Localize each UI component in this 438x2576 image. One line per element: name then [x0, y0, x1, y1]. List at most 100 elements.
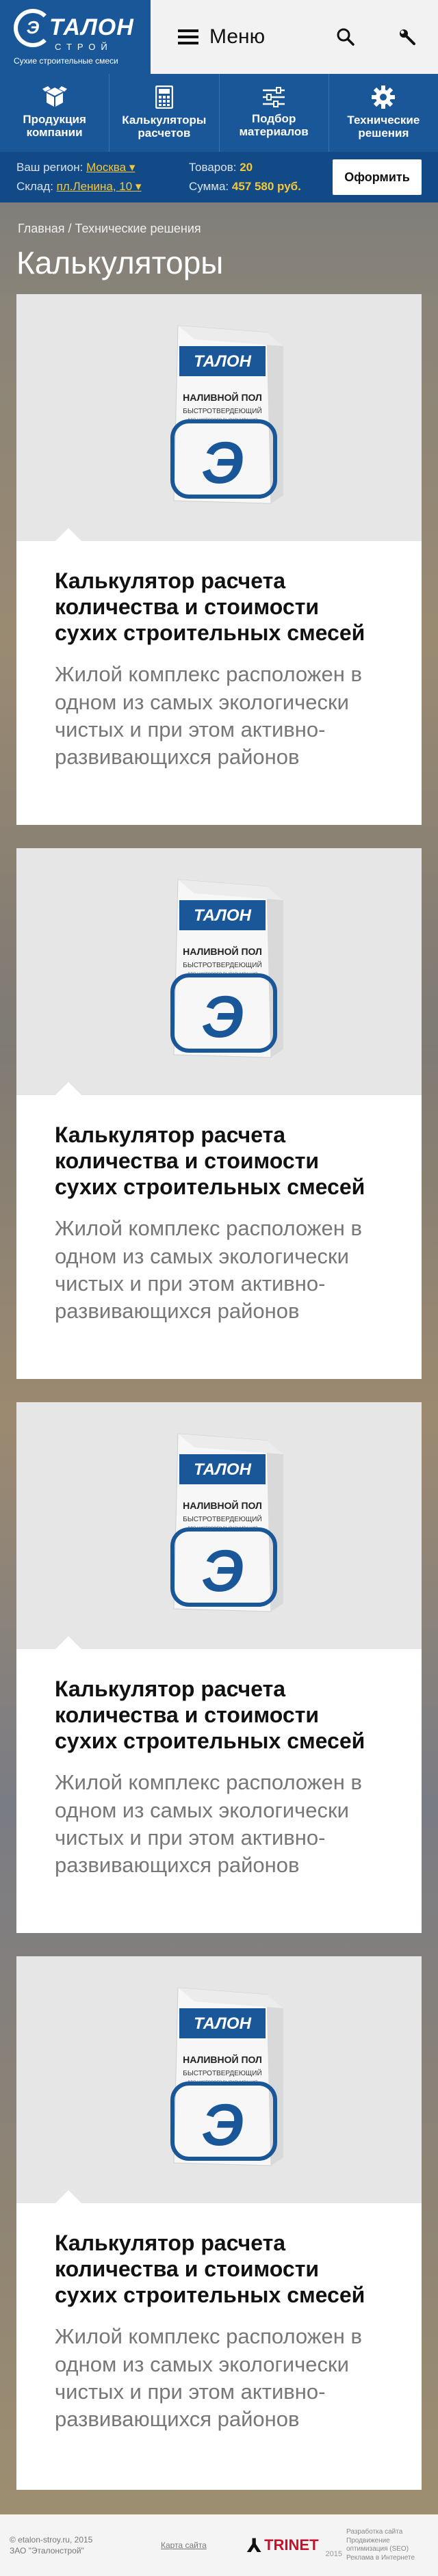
card-notch	[55, 2190, 82, 2204]
card-title[interactable]: Калькулятор расчета количества и стоимос…	[55, 2231, 383, 2308]
sum-value: 457 580 руб.	[231, 180, 301, 193]
region-label: Ваш регион:	[16, 160, 83, 174]
bag-line2: БЫСТРОТВЕРДЕЮЩИЙ	[183, 1514, 261, 1523]
calculator-icon	[155, 86, 173, 109]
card-description: Жилой комплекс расположен в одном из сам…	[55, 1770, 362, 1878]
nav-label-line1: Продукция	[23, 113, 86, 127]
boxes-icon	[42, 86, 67, 107]
menu-label: Меню	[209, 25, 266, 48]
main-nav: Продукция компании Калькуляторы расчетов…	[0, 74, 438, 152]
warehouse-selector[interactable]: пл.Ленина, 10 ▾	[57, 180, 142, 193]
card-notch	[55, 1636, 82, 1650]
gear-icon	[372, 86, 396, 109]
nav-label-line1: Подбор	[251, 112, 296, 126]
region-selector[interactable]: Москва ▾	[86, 161, 135, 174]
trinet-name: TRINET	[264, 2536, 319, 2553]
wrench-icon	[400, 29, 415, 45]
logo-tagline: Сухие строительные смеси	[14, 55, 118, 66]
bag-line1: НАЛИВНОЙ ПОЛ	[183, 1499, 262, 1511]
cart-info: Товаров: 20 Сумма: 457 580 руб.	[189, 158, 333, 196]
breadcrumb[interactable]: Главная / Технические решения	[0, 202, 438, 236]
nav-item-solutions[interactable]: Технические решения	[329, 74, 438, 152]
nav-label-line1: Калькуляторы	[122, 114, 207, 127]
card-description: Жилой комплекс расположен в одном из сам…	[55, 1216, 362, 1324]
bag-brand: ТАЛОН	[194, 906, 252, 925]
warehouse-label: Склад:	[16, 180, 53, 193]
card-notch	[55, 1082, 82, 1096]
trinet-year: 2015	[325, 2550, 342, 2558]
nav-label-line1: Технические	[347, 114, 420, 127]
bag-logo-letter: Э	[201, 430, 244, 496]
product-bag-icon: ТАЛОН НАЛИВНОЙ ПОЛ БЫСТРОТВЕРДЕЮЩИЙ ДЛЯ …	[170, 1432, 283, 1612]
card-body: Калькулятор расчета количества и стоимос…	[16, 1649, 422, 1879]
trinet-desc-line: Разработка сайта	[346, 2528, 403, 2536]
sum-label: Сумма:	[189, 180, 229, 193]
calculator-card[interactable]: ТАЛОН НАЛИВНОЙ ПОЛ БЫСТРОТВЕРДЕЮЩИЙ ДЛЯ …	[16, 294, 422, 825]
location-info: Ваш регион: Москва ▾ Склад: пл.Ленина, 1…	[16, 158, 189, 196]
bag-logo-letter: Э	[201, 984, 244, 1050]
card-notch	[55, 528, 82, 542]
logo-letter: Э	[14, 8, 52, 47]
hamburger-icon	[178, 29, 198, 44]
search-button[interactable]	[315, 0, 376, 74]
calculator-card[interactable]: ТАЛОН НАЛИВНОЙ ПОЛ БЫСТРОТВЕРДЕЮЩИЙ ДЛЯ …	[16, 1402, 422, 1933]
product-bag-icon: ТАЛОН НАЛИВНОЙ ПОЛ БЫСТРОТВЕРДЕЮЩИЙ ДЛЯ …	[170, 1986, 283, 2166]
product-image: ТАЛОН НАЛИВНОЙ ПОЛ БЫСТРОТВЕРДЕЮЩИЙ ДЛЯ …	[16, 1402, 422, 1650]
copyright-line1: © etalon-stroy.ru, 2015	[10, 2534, 93, 2545]
nav-item-calculators[interactable]: Калькуляторы расчетов	[110, 74, 220, 152]
product-image: ТАЛОН НАЛИВНОЙ ПОЛ БЫСТРОТВЕРДЕЮЩИЙ ДЛЯ …	[16, 1956, 422, 2204]
trinet-logo-icon: ⅄	[246, 2534, 262, 2556]
nav-label-line2: компании	[26, 126, 83, 139]
developer-credit[interactable]: ⅄ TRINET 2015 Разработка сайта Продвижен…	[247, 2528, 428, 2562]
card-body: Калькулятор расчета количества и стоимос…	[16, 1095, 422, 1325]
bag-line2: БЫСТРОТВЕРДЕЮЩИЙ	[183, 960, 261, 969]
goods-count: 20	[240, 160, 253, 174]
logo-sub-word: СТРОЙ	[55, 41, 113, 52]
card-title[interactable]: Калькулятор расчета количества и стоимос…	[55, 568, 383, 646]
product-bag-icon: ТАЛОН НАЛИВНОЙ ПОЛ БЫСТРОТВЕРДЕЮЩИЙ ДЛЯ …	[170, 324, 283, 504]
copyright: © etalon-stroy.ru, 2015 ЗАО "Эталонстрой…	[10, 2534, 161, 2556]
menu-button[interactable]: Меню	[151, 0, 315, 74]
bag-logo-letter: Э	[201, 1538, 244, 1604]
trinet-desc-line: Реклама в Интернете	[346, 2553, 415, 2562]
sitemap-link[interactable]: Карта сайта	[161, 2540, 247, 2550]
bag-line2: БЫСТРОТВЕРДЕЮЩИЙ	[183, 2068, 261, 2077]
nav-item-materials[interactable]: Подбор материалов	[220, 74, 329, 152]
goods-label: Товаров:	[189, 160, 237, 174]
card-title[interactable]: Калькулятор расчета количества и стоимос…	[55, 1122, 383, 1200]
nav-label-line2: решения	[358, 127, 409, 140]
card-body: Калькулятор расчета количества и стоимос…	[16, 541, 422, 771]
logo-main-text: ТАЛОН	[49, 14, 134, 40]
search-icon	[337, 28, 355, 46]
bag-line2: БЫСТРОТВЕРДЕЮЩИЙ	[183, 406, 261, 415]
checkout-button[interactable]: Оформить	[333, 159, 422, 195]
card-description: Жилой комплекс расположен в одном из сам…	[55, 2324, 362, 2432]
nav-label-line2: материалов	[239, 125, 309, 138]
trinet-logo: ⅄ TRINET	[247, 2534, 319, 2557]
trinet-desc-line: Продвижение	[346, 2536, 390, 2545]
bag-line1: НАЛИВНОЙ ПОЛ	[183, 945, 262, 957]
product-bag-icon: ТАЛОН НАЛИВНОЙ ПОЛ БЫСТРОТВЕРДЕЮЩИЙ ДЛЯ …	[170, 878, 283, 1058]
calculator-card[interactable]: ТАЛОН НАЛИВНОЙ ПОЛ БЫСТРОТВЕРДЕЮЩИЙ ДЛЯ …	[16, 1956, 422, 2490]
bag-brand: ТАЛОН	[194, 1460, 252, 1479]
trinet-desc-line: оптимизация (SEO)	[346, 2545, 409, 2553]
logo[interactable]: Э ТАЛОН СТРОЙ Сухие строительные смеси	[0, 0, 151, 74]
product-image: ТАЛОН НАЛИВНОЙ ПОЛ БЫСТРОТВЕРДЕЮЩИЙ ДЛЯ …	[16, 294, 422, 542]
nav-label-line2: расчетов	[138, 127, 191, 140]
product-image: ТАЛОН НАЛИВНОЙ ПОЛ БЫСТРОТВЕРДЕЮЩИЙ ДЛЯ …	[16, 848, 422, 1096]
calculator-card[interactable]: ТАЛОН НАЛИВНОЙ ПОЛ БЫСТРОТВЕРДЕЮЩИЙ ДЛЯ …	[16, 848, 422, 1379]
info-bar: Ваш регион: Москва ▾ Склад: пл.Ленина, 1…	[0, 152, 438, 202]
page-title: Калькуляторы	[16, 245, 224, 280]
sliders-icon	[263, 87, 285, 108]
site-header: Э ТАЛОН СТРОЙ Сухие строительные смеси М…	[0, 0, 438, 74]
card-description: Жилой комплекс расположен в одном из сам…	[55, 662, 362, 770]
bag-line1: НАЛИВНОЙ ПОЛ	[183, 391, 262, 403]
nav-item-products[interactable]: Продукция компании	[0, 74, 110, 152]
card-body: Калькулятор расчета количества и стоимос…	[16, 2203, 422, 2433]
bag-logo-letter: Э	[201, 2092, 244, 2158]
site-footer: © etalon-stroy.ru, 2015 ЗАО "Эталонстрой…	[0, 2514, 438, 2576]
bag-brand: ТАЛОН	[194, 352, 252, 371]
tools-button[interactable]	[376, 0, 438, 74]
bag-line1: НАЛИВНОЙ ПОЛ	[183, 2053, 262, 2065]
card-title[interactable]: Калькулятор расчета количества и стоимос…	[55, 1677, 383, 1754]
